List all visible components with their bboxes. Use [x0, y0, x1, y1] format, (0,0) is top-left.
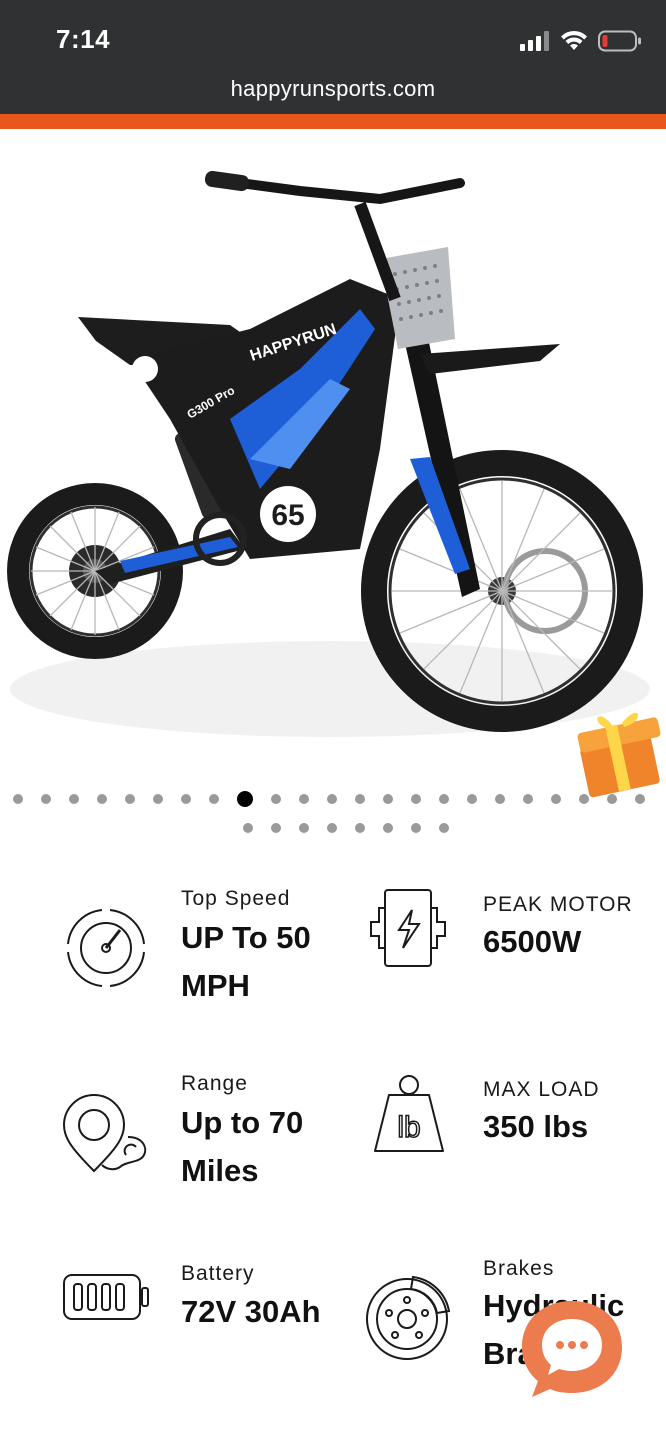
carousel-dot[interactable] — [41, 794, 51, 804]
carousel-dot[interactable] — [299, 823, 309, 833]
carousel-dot[interactable] — [327, 794, 337, 804]
battery-icon — [63, 1274, 149, 1320]
carousel-dot[interactable] — [551, 794, 561, 804]
carousel-dot[interactable] — [181, 794, 191, 804]
carousel-dot[interactable] — [439, 823, 449, 833]
carousel-dots — [0, 790, 666, 808]
feature-range: Range Up to 70 Miles — [0, 1065, 333, 1195]
map-pin-icon — [62, 1094, 147, 1173]
carousel-dot[interactable] — [327, 823, 337, 833]
carousel-dot[interactable] — [383, 794, 393, 804]
carousel-dot[interactable] — [209, 794, 219, 804]
carousel-dot-active[interactable] — [237, 791, 253, 807]
feature-top-speed: Top Speed UP To 50 MPH — [0, 880, 333, 1010]
carousel-dot[interactable] — [299, 794, 309, 804]
browser-chrome: 7:14 happyrunsports.com — [0, 0, 666, 114]
feature-peak-motor: PEAK MOTOR 6500W — [333, 880, 666, 1010]
gift-icon[interactable] — [577, 712, 661, 798]
chat-bubble-icon — [522, 1301, 622, 1397]
speedometer-icon — [67, 909, 145, 987]
front-wheel — [361, 450, 643, 732]
carousel-dot[interactable] — [271, 823, 281, 833]
feature-value: 72V 30Ah — [181, 1294, 321, 1329]
battery-status-icon — [598, 30, 641, 52]
feature-value: 6500W — [483, 924, 582, 959]
feature-title: PEAK MOTOR — [483, 893, 633, 916]
carousel-dot[interactable] — [411, 823, 421, 833]
carousel-dot[interactable] — [271, 794, 281, 804]
weight-icon: lb — [374, 1075, 444, 1152]
carousel-dots-second-row — [0, 822, 666, 834]
carousel-dot[interactable] — [355, 823, 365, 833]
bike-number: 65 — [271, 499, 304, 532]
status-time: 7:14 — [56, 24, 111, 54]
brake-disc-icon — [366, 1275, 451, 1360]
carousel-dot[interactable] — [383, 823, 393, 833]
wifi-icon — [561, 30, 587, 50]
brand-accent-bar — [0, 114, 666, 129]
carousel-dot[interactable] — [523, 794, 533, 804]
carousel-dot[interactable] — [467, 794, 477, 804]
carousel-dot[interactable] — [495, 794, 505, 804]
carousel-dot[interactable] — [411, 794, 421, 804]
svg-text:lb: lb — [397, 1111, 420, 1144]
feature-value: Up to 70 — [181, 1105, 304, 1140]
feature-max-load: lb MAX LOAD 350 lbs — [333, 1065, 666, 1195]
carousel-dot[interactable] — [439, 794, 449, 804]
feature-value: UP To 50 — [181, 920, 311, 955]
carousel-dot[interactable] — [13, 794, 23, 804]
carousel-dot[interactable] — [125, 794, 135, 804]
carousel-dot[interactable] — [607, 794, 617, 804]
product-image[interactable]: 65 HAPPYRUN G300 Pro — [0, 129, 666, 801]
feature-battery: Battery 72V 30Ah — [0, 1255, 333, 1385]
motor-icon — [370, 889, 446, 967]
signal-icon — [520, 31, 549, 51]
carousel-dot[interactable] — [579, 794, 589, 804]
feature-title: MAX LOAD — [483, 1078, 600, 1101]
feature-title: Range — [181, 1072, 248, 1095]
carousel-dot[interactable] — [97, 794, 107, 804]
carousel-dot[interactable] — [69, 794, 79, 804]
feature-title: Battery — [181, 1262, 255, 1285]
carousel-dot[interactable] — [355, 794, 365, 804]
chat-button[interactable] — [518, 1297, 626, 1401]
feature-value-line2: Miles — [181, 1153, 259, 1188]
carousel-dot[interactable] — [635, 794, 645, 804]
carousel-dot[interactable] — [243, 823, 253, 833]
address-bar-url[interactable]: happyrunsports.com — [0, 76, 666, 102]
feature-title: Top Speed — [181, 887, 291, 910]
carousel-dot[interactable] — [153, 794, 163, 804]
feature-title: Brakes — [483, 1257, 555, 1280]
status-icons — [520, 28, 642, 54]
feature-value-line2: MPH — [181, 968, 250, 1003]
feature-value: 350 lbs — [483, 1109, 589, 1144]
